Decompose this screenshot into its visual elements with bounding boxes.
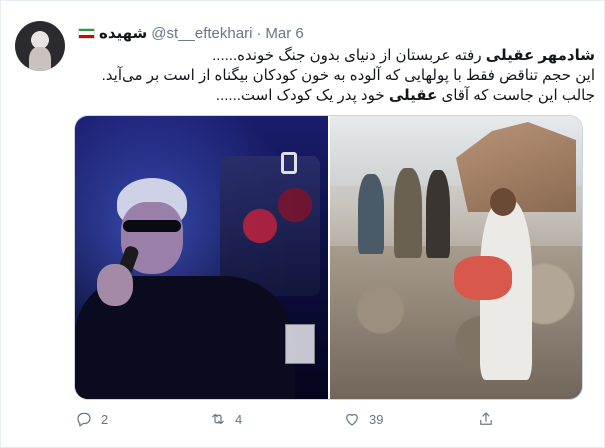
- tweet-line-3-post: خود پدر یک کودک است......: [215, 87, 389, 104]
- display-name[interactable]: شهیده: [99, 24, 147, 42]
- reply-button[interactable]: 2: [75, 410, 209, 428]
- separator-dot: ·: [256, 24, 262, 42]
- reply-count: 2: [101, 411, 109, 427]
- retweet-count: 4: [235, 411, 243, 427]
- share-icon: [480, 412, 492, 425]
- like-button[interactable]: 39: [343, 410, 477, 428]
- tweet-line-2: این حجم تناقض فقط با پولهایی که آلوده به…: [101, 67, 595, 84]
- retweet-icon: [212, 413, 224, 425]
- tweet-header: شهیده @st__eftekhari · Mar 6: [78, 22, 304, 44]
- photo-rubble-child[interactable]: [329, 116, 582, 399]
- tweet-line-3-pre: جالب این جاست که آقای: [437, 87, 595, 104]
- photo-concert-singer[interactable]: [75, 116, 328, 399]
- tweet-mention-bold: شادمهر عقیلی: [485, 47, 595, 64]
- broadcast-badge: [285, 324, 315, 364]
- drum-kit: [219, 156, 320, 296]
- retweet-button[interactable]: 4: [209, 410, 343, 428]
- bystander: [425, 170, 450, 258]
- tweet-media: [74, 115, 583, 400]
- tweet-line-3-bold: عقیلی: [388, 87, 438, 104]
- singer-sunglasses: [123, 220, 181, 232]
- tweet-date[interactable]: Mar 6: [265, 25, 303, 42]
- iran-flag-icon: [78, 27, 95, 39]
- injured-child: [453, 256, 512, 300]
- tweet-card[interactable]: شهیده @st__eftekhari · Mar 6 شادمهر عقیل…: [0, 0, 605, 448]
- user-handle[interactable]: @st__eftekhari: [151, 25, 252, 42]
- singer-hand: [97, 264, 133, 306]
- bystander: [357, 174, 384, 254]
- man-head: [489, 188, 516, 216]
- avatar[interactable]: [15, 21, 65, 71]
- channel-logo-icon: [281, 152, 297, 174]
- tweet-line-3: جالب این جاست که آقای عقیلی خود پدر یک ک…: [73, 86, 595, 106]
- like-count: 39: [369, 411, 384, 427]
- tweet-line-1-rest: رفته عربستان از دنیای بدون جنگ خونده....…: [212, 47, 486, 64]
- heart-icon: [346, 413, 358, 426]
- bystander: [393, 168, 422, 258]
- tweet-text: شادمهر عقیلی رفته عربستان از دنیای بدون …: [73, 46, 595, 106]
- tweet-actions: 2 4 39: [75, 405, 555, 433]
- share-button[interactable]: [477, 410, 495, 428]
- reply-icon: [77, 412, 91, 427]
- tweet-line-1: شادمهر عقیلی رفته عربستان از دنیای بدون …: [73, 46, 595, 66]
